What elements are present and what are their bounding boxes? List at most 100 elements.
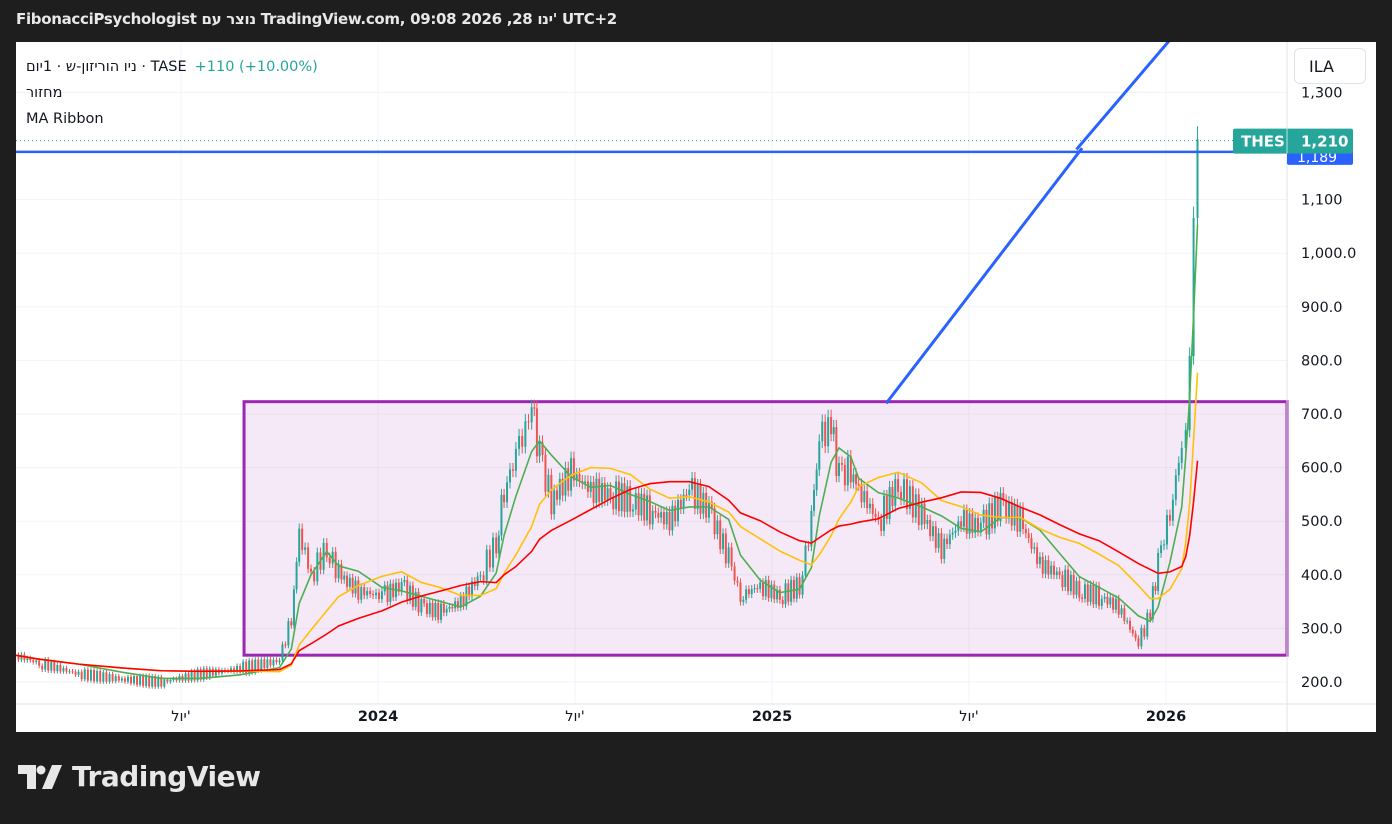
candle-body <box>117 676 120 681</box>
candle-body <box>71 671 74 673</box>
candle-body <box>926 519 929 524</box>
candle-body <box>366 591 369 596</box>
candle-body <box>26 658 29 661</box>
price-chart[interactable]: 1,300 1,100 1,000.0 900.0 800.0 700.0 600.0 500… <box>16 42 1376 732</box>
candle-body <box>123 678 126 682</box>
candle-body <box>696 485 699 509</box>
candle-body <box>403 579 406 583</box>
candle-body <box>96 670 99 682</box>
candle-body <box>688 489 691 496</box>
candle-body <box>93 669 96 682</box>
candle-body <box>1024 529 1027 534</box>
symbol-label: ניו הוריזון-ש · 1יום · TASE <box>26 59 187 75</box>
candle-body <box>1019 507 1022 532</box>
candle-body <box>646 495 649 521</box>
candle-body <box>824 421 827 447</box>
candle-body <box>530 407 533 423</box>
candle-body <box>62 668 65 672</box>
chart-frame[interactable]: 1,300 1,100 1,000.0 900.0 800.0 700.0 600.0 500… <box>16 42 1376 732</box>
candle-body <box>767 579 770 599</box>
candle-body <box>145 675 148 686</box>
candle-body <box>269 659 272 666</box>
candle-body <box>343 575 346 580</box>
candle-body <box>547 474 550 492</box>
candle-body <box>730 547 733 567</box>
candle-body <box>411 585 414 607</box>
chart-header-title: FibonacciPsychologist נוצר עם TradingVie… <box>16 10 617 28</box>
price-tick-label: 300.0 <box>1301 621 1343 637</box>
candle-body <box>911 486 914 518</box>
candle-body <box>290 621 293 626</box>
candle-body <box>685 494 688 496</box>
candle-body <box>163 679 166 687</box>
candle-body <box>753 588 756 590</box>
candle-body <box>929 519 932 537</box>
candle-body <box>485 549 488 581</box>
candle-body <box>1047 560 1050 575</box>
candle-body <box>840 462 843 465</box>
candle-body <box>951 532 954 535</box>
tradingview-logo: TradingView <box>18 760 261 793</box>
tradingview-logo-icon <box>18 764 62 789</box>
candle-body <box>977 517 980 532</box>
candle-body <box>205 668 208 678</box>
candle-body <box>524 421 527 447</box>
candle-body <box>1154 586 1157 591</box>
candle-body <box>739 582 742 602</box>
candle-body <box>275 659 278 663</box>
price-tick-label: 1,000.0 <box>1301 246 1356 262</box>
candle-body <box>187 673 190 681</box>
candle-body <box>550 474 553 515</box>
candle-body <box>609 488 612 498</box>
candle-body <box>307 547 310 569</box>
candle-body <box>821 421 824 442</box>
candle-body <box>346 575 349 587</box>
candle-body <box>59 665 62 672</box>
candle-body <box>857 484 860 486</box>
candle-body <box>292 589 295 626</box>
symbol-badge-label: THES <box>1241 133 1285 151</box>
candle-body <box>914 494 917 518</box>
candle-body <box>651 510 654 525</box>
candle-body <box>598 478 601 502</box>
volume-indicator-label[interactable]: מחזור <box>26 80 318 106</box>
candle-body <box>592 482 595 503</box>
candle-body <box>897 479 900 492</box>
candle-body <box>623 483 626 512</box>
candle-body <box>1069 574 1072 592</box>
candle-body <box>736 580 739 583</box>
candle-body <box>943 538 946 559</box>
price-tick-label: 600.0 <box>1301 461 1343 477</box>
currency-button[interactable]: ILA <box>1294 48 1366 84</box>
candle-body <box>1052 565 1055 575</box>
candle-body <box>946 538 949 545</box>
candle-body <box>1126 620 1129 622</box>
candle-body <box>1112 597 1115 610</box>
candle-body <box>431 602 434 618</box>
candle-body <box>657 512 660 518</box>
candle-body <box>425 603 428 614</box>
candle-body <box>1100 598 1103 606</box>
candle-body <box>781 599 784 605</box>
candle-body <box>1010 501 1013 526</box>
candle-body <box>184 673 187 681</box>
candle-body <box>334 551 337 579</box>
price-tick-label: 700.0 <box>1301 407 1343 423</box>
candle-body <box>351 577 354 594</box>
candle-body <box>214 669 217 676</box>
candle-body <box>257 659 260 671</box>
candle-body <box>584 481 587 484</box>
ma-ribbon-indicator-label[interactable]: MA Ribbon <box>26 106 318 132</box>
candle-body <box>423 599 426 604</box>
candle-body <box>1027 533 1030 539</box>
trend-line <box>885 147 1084 405</box>
candle-body <box>372 593 375 596</box>
time-tick-label: יול' <box>171 709 190 725</box>
time-tick-label: יול' <box>959 709 978 725</box>
candle-body <box>44 659 47 670</box>
candle-body <box>1114 598 1117 610</box>
candle-body <box>855 474 858 485</box>
candle-body <box>448 606 451 609</box>
candle-body <box>837 462 840 476</box>
candle-body <box>832 427 835 435</box>
